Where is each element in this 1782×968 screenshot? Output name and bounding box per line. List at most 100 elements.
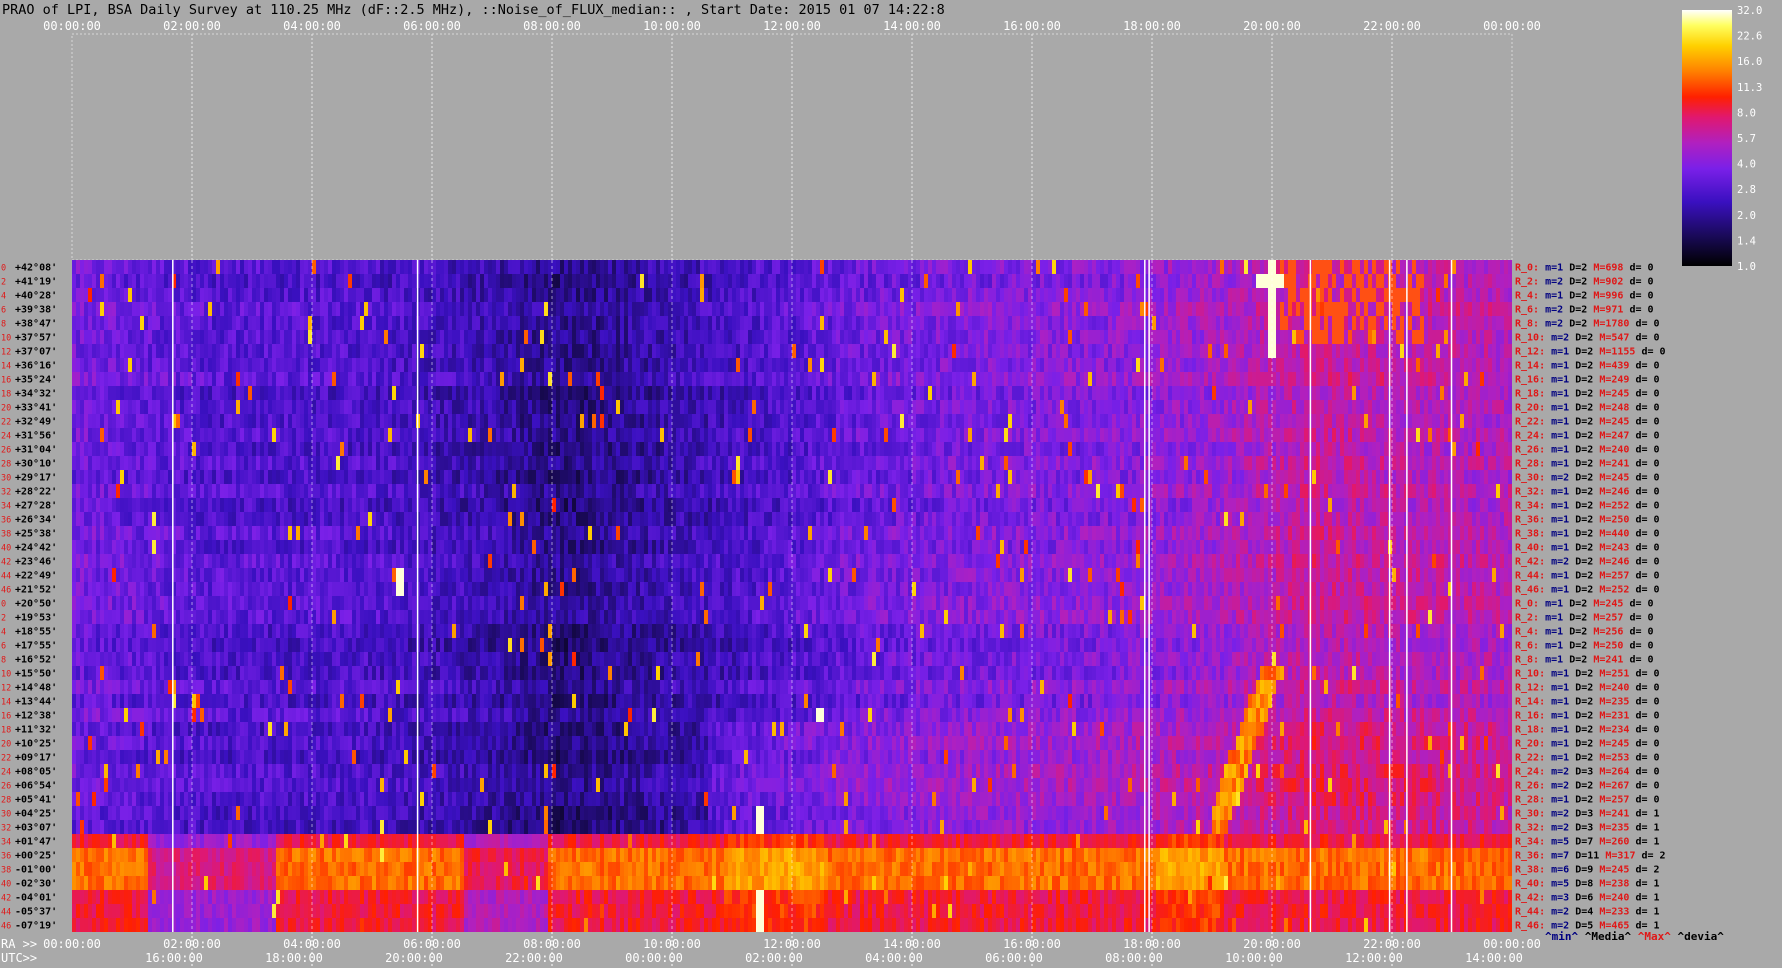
row-index-label: 28 bbox=[1, 796, 11, 806]
declination-label: +22°49' bbox=[15, 571, 57, 582]
declination-label: +20°50' bbox=[15, 599, 57, 610]
declination-label: +31°04' bbox=[15, 445, 57, 456]
row-stat: R_22: m=1 D=2 M=253 d= 0 bbox=[1515, 753, 1660, 764]
row-index-label: 22 bbox=[1, 418, 11, 428]
row-stat: R_30: m=2 D=2 M=245 d= 0 bbox=[1515, 473, 1660, 484]
row-stat: R_6: m=1 D=2 M=250 d= 0 bbox=[1515, 641, 1654, 652]
colorbar-tick-label: 2.8 bbox=[1737, 184, 1756, 196]
row-index-label: 40 bbox=[1, 544, 11, 554]
row-stat: R_40: m=5 D=8 M=238 d= 1 bbox=[1515, 879, 1660, 890]
row-index-label: 10 bbox=[1, 334, 11, 344]
row-stat: R_32: m=1 D=2 M=246 d= 0 bbox=[1515, 487, 1660, 498]
ra-axis-tick-label: 00:00:00 bbox=[43, 937, 101, 951]
declination-label: +06°54' bbox=[15, 781, 57, 792]
declination-label: +36°16' bbox=[15, 361, 57, 372]
colorbar-tick-label: 1.0 bbox=[1737, 261, 1756, 273]
row-stat: R_16: m=1 D=2 M=249 d= 0 bbox=[1515, 375, 1660, 386]
row-stat: R_44: m=2 D=4 M=233 d= 1 bbox=[1515, 907, 1660, 918]
row-stat: R_28: m=1 D=2 M=241 d= 0 bbox=[1515, 459, 1660, 470]
declination-label: +31°56' bbox=[15, 431, 57, 442]
declination-label: +23°46' bbox=[15, 557, 57, 568]
row-stat: R_44: m=1 D=2 M=257 d= 0 bbox=[1515, 571, 1660, 582]
top-axis-tick-label: 18:00:00 bbox=[1123, 19, 1181, 33]
utc-axis-tick-label: 16:00:00 bbox=[145, 951, 203, 965]
colorbar-tick-label: 8.0 bbox=[1737, 107, 1756, 119]
top-axis-tick-label: 16:00:00 bbox=[1003, 19, 1061, 33]
row-stat: R_2: m=2 D=2 M=902 d= 0 bbox=[1515, 277, 1654, 288]
row-stat: R_14: m=1 D=2 M=439 d= 0 bbox=[1515, 361, 1660, 372]
declination-label: -04°01' bbox=[15, 893, 57, 904]
row-index-label: 8 bbox=[1, 320, 6, 330]
row-index-label: 44 bbox=[1, 908, 11, 918]
declination-label: +12°38' bbox=[15, 711, 57, 722]
row-index-label: 34 bbox=[1, 502, 11, 512]
row-index-label: 30 bbox=[1, 810, 11, 820]
row-index-label: 34 bbox=[1, 838, 11, 848]
row-index-label: 30 bbox=[1, 474, 11, 484]
row-stat: R_26: m=2 D=2 M=267 d= 0 bbox=[1515, 781, 1660, 792]
row-stat: R_26: m=1 D=2 M=240 d= 0 bbox=[1515, 445, 1660, 456]
declination-label: +30°10' bbox=[15, 459, 57, 470]
declination-label: +00°25' bbox=[15, 851, 57, 862]
top-axis-tick-label: 00:00:00 bbox=[1483, 19, 1541, 33]
row-index-label: 0 bbox=[1, 600, 6, 610]
row-stat: R_20: m=1 D=2 M=248 d= 0 bbox=[1515, 403, 1660, 414]
row-stat: R_16: m=1 D=2 M=231 d= 0 bbox=[1515, 711, 1660, 722]
top-axis-tick-label: 02:00:00 bbox=[163, 19, 221, 33]
row-index-label: 26 bbox=[1, 446, 11, 456]
row-index-label: 32 bbox=[1, 488, 11, 498]
declination-label: -01°00' bbox=[15, 865, 57, 876]
row-index-label: 10 bbox=[1, 670, 11, 680]
row-index-label: 46 bbox=[1, 922, 11, 932]
row-stat: R_24: m=1 D=2 M=247 d= 0 bbox=[1515, 431, 1660, 442]
declination-label: +03°07' bbox=[15, 823, 57, 834]
declination-label: -05°37' bbox=[15, 907, 57, 918]
row-index-label: 16 bbox=[1, 376, 11, 386]
row-index-label: 40 bbox=[1, 880, 11, 890]
row-index-label: 36 bbox=[1, 516, 11, 526]
row-index-label: 38 bbox=[1, 530, 11, 540]
colorbar-tick-label: 1.4 bbox=[1737, 235, 1756, 247]
declination-label: +25°38' bbox=[15, 529, 57, 540]
declination-label: +40°28' bbox=[15, 291, 57, 302]
utc-axis-tick-label: 20:00:00 bbox=[385, 951, 443, 965]
row-index-label: 14 bbox=[1, 698, 11, 708]
row-stat: R_10: m=2 D=2 M=547 d= 0 bbox=[1515, 333, 1660, 344]
row-index-label: 24 bbox=[1, 768, 11, 778]
declination-label: +37°57' bbox=[15, 333, 57, 344]
row-index-label: 16 bbox=[1, 712, 11, 722]
declination-label: +04°25' bbox=[15, 809, 57, 820]
utc-axis-tick-label: 02:00:00 bbox=[745, 951, 803, 965]
row-index-label: 12 bbox=[1, 684, 11, 694]
declination-label: +14°48' bbox=[15, 683, 57, 694]
declination-label: +09°17' bbox=[15, 753, 57, 764]
row-stat: R_0: m=1 D=2 M=698 d= 0 bbox=[1515, 263, 1654, 274]
row-index-label: 0 bbox=[1, 264, 6, 274]
row-stat: R_34: m=1 D=2 M=252 d= 0 bbox=[1515, 501, 1660, 512]
row-index-label: 42 bbox=[1, 894, 11, 904]
row-index-label: 14 bbox=[1, 362, 11, 372]
row-stat: R_34: m=5 D=7 M=260 d= 1 bbox=[1515, 837, 1660, 848]
row-index-label: 46 bbox=[1, 586, 11, 596]
row-index-label: 4 bbox=[1, 628, 6, 638]
row-stat: R_6: m=2 D=2 M=971 d= 0 bbox=[1515, 305, 1654, 316]
colorbar-tick-label: 16.0 bbox=[1737, 56, 1762, 68]
declination-label: +42°08' bbox=[15, 263, 57, 274]
row-stat: R_46: m=1 D=2 M=252 d= 0 bbox=[1515, 585, 1660, 596]
declination-label: +05°41' bbox=[15, 795, 57, 806]
row-stat: R_22: m=1 D=2 M=245 d= 0 bbox=[1515, 417, 1660, 428]
declination-label: +28°22' bbox=[15, 487, 57, 498]
declination-label: +27°28' bbox=[15, 501, 57, 512]
row-stat: R_10: m=1 D=2 M=251 d= 0 bbox=[1515, 669, 1660, 680]
declination-label: +17°55' bbox=[15, 641, 57, 652]
declination-label: +37°07' bbox=[15, 347, 57, 358]
row-stat: R_4: m=1 D=2 M=996 d= 0 bbox=[1515, 291, 1654, 302]
row-index-label: 24 bbox=[1, 432, 11, 442]
top-axis-tick-label: 22:00:00 bbox=[1363, 19, 1421, 33]
colorbar-tick-label: 4.0 bbox=[1737, 159, 1756, 171]
row-stat: R_4: m=1 D=2 M=256 d= 0 bbox=[1515, 627, 1654, 638]
top-axis-tick-label: 14:00:00 bbox=[883, 19, 941, 33]
declination-label: +26°34' bbox=[15, 515, 57, 526]
row-index-label: 4 bbox=[1, 292, 6, 302]
stat-legend: ^min^ ^Media^ ^Max^ ^devia^ bbox=[1545, 930, 1724, 943]
